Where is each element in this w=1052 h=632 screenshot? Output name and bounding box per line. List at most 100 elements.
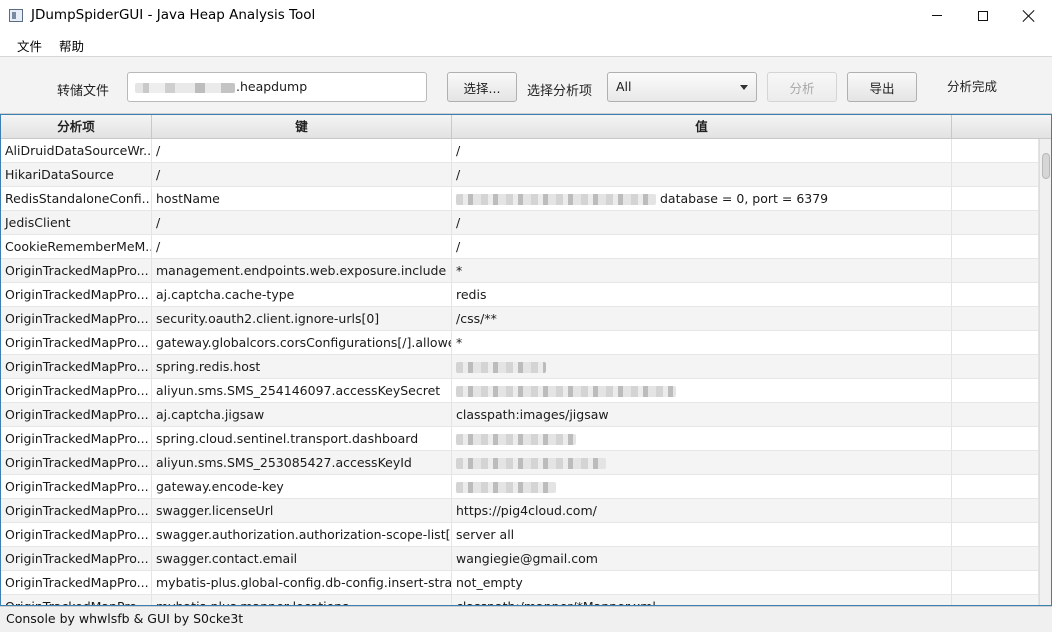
column-header-value[interactable]: 值 [452,115,952,139]
cell-item: OriginTrackedMapPro... [1,547,152,570]
cell-key: / [152,139,452,162]
cell-value [452,427,952,450]
cell-item: OriginTrackedMapPro... [1,475,152,498]
cell-value-text: database = 0, port = 6379 [660,191,829,206]
minimize-icon [932,15,942,16]
cell-key: mybatis-plus.global-config.db-config.ins… [152,571,452,594]
analysis-item-label: 选择分析项 [527,84,593,99]
dump-file-field[interactable]: .heapdump [127,72,427,102]
cell-value: redis [452,283,952,306]
vertical-scrollbar[interactable] [1039,139,1051,605]
cell-item: JedisClient [1,211,152,234]
cell-key: swagger.authorization.authorization-scop… [152,523,452,546]
cell-value: database = 0, port = 6379 [452,187,952,210]
export-button[interactable]: 导出 [847,72,917,102]
cell-value: * [452,331,952,354]
cell-filler [952,307,1039,330]
cell-filler [952,355,1039,378]
cell-value [452,379,952,402]
chevron-down-icon [740,85,748,90]
table-row[interactable]: OriginTrackedMapPro... swagger.licenseUrl… [1,499,1039,523]
table-row[interactable]: CookieRememberMeM... / / [1,235,1039,259]
cell-key: security.oauth2.client.ignore-urls[0] [152,307,452,330]
cell-key: swagger.licenseUrl [152,499,452,522]
cell-item: OriginTrackedMapPro... [1,595,152,605]
cell-value-text: / [456,215,461,230]
close-icon [1023,10,1035,22]
cell-filler [952,379,1039,402]
table-row[interactable]: OriginTrackedMapPro... aliyun.sms.SMS_253… [1,451,1039,475]
table-row[interactable]: OriginTrackedMapPro... security.oauth2.cl… [1,307,1039,331]
cell-value-text: / [456,143,461,158]
cell-filler [952,139,1039,162]
cell-filler [952,475,1039,498]
cell-value-text: server all [456,527,515,542]
table-row[interactable]: OriginTrackedMapPro...mybatis-plus.mappe… [1,595,1039,605]
table-row[interactable]: OriginTrackedMapPro... aj.captcha.cache-t… [1,283,1039,307]
cell-value-text: redis [456,287,487,302]
table-row[interactable]: OriginTrackedMapPro... aliyun.sms.SMS_254… [1,379,1039,403]
cell-filler [952,259,1039,282]
close-button[interactable] [1006,0,1052,31]
column-header-item[interactable]: 分析项 [1,115,152,139]
cell-value: classpath:/mapper/*Mapper.xml [452,595,952,605]
cell-value: /css/** [452,307,952,330]
cell-key: aj.captcha.cache-type [152,283,452,306]
cell-key: mybatis-plus.mapper-locations [152,595,452,605]
dump-file-label: 转储文件 [57,84,110,99]
table-row[interactable]: OriginTrackedMapPro... gateway.encode-key [1,475,1039,499]
cell-value: * [452,259,952,282]
cell-filler [952,595,1039,605]
cell-value-text: /css/** [456,311,497,326]
cell-value: https://pig4cloud.com/ [452,499,952,522]
cell-filler [952,331,1039,354]
table-row[interactable]: OriginTrackedMapPro... swagger.authorizat… [1,523,1039,547]
table-row[interactable]: OriginTrackedMapPro... gateway.globalcors… [1,331,1039,355]
cell-key: spring.cloud.sentinel.transport.dashboar… [152,427,452,450]
cell-item: OriginTrackedMapPro... [1,523,152,546]
menu-file[interactable]: 文件 [17,36,42,55]
table-row[interactable]: AliDruidDataSourceWr... / / [1,139,1039,163]
cell-key: gateway.globalcors.corsConfigurations[/]… [152,331,452,354]
table-row[interactable]: OriginTrackedMapPro... management.endpoin… [1,259,1039,283]
table-row[interactable]: OriginTrackedMapPro... aj.captcha.jigsaw c… [1,403,1039,427]
cell-item: RedisStandaloneConfi... [1,187,152,210]
app-icon [9,9,23,22]
maximize-icon [978,10,988,21]
table-row[interactable]: HikariDataSource / / [1,163,1039,187]
redacted-value [456,434,576,445]
cell-value-text: wangiegie@gmail.com [456,551,598,566]
maximize-button[interactable] [960,0,1006,31]
cell-value: classpath:images/jigsaw [452,403,952,426]
cell-key: management.endpoints.web.exposure.includ… [152,259,452,282]
cell-value-text: classpath:images/jigsaw [456,407,609,422]
cell-key: / [152,235,452,258]
cell-item: OriginTrackedMapPro... [1,331,152,354]
table-row[interactable]: JedisClient / / [1,211,1039,235]
toolbar: 转储文件 .heapdump 选择... 选择分析项 All 分析 导出 分析完… [0,57,1052,114]
cell-filler [952,211,1039,234]
results-table[interactable]: 分析项 键 值 AliDruidDataSourceWr... / / HikariD… [0,114,1052,606]
column-header-key[interactable]: 键 [152,115,452,139]
table-row[interactable]: OriginTrackedMapPro... swagger.contact.em… [1,547,1039,571]
cell-key: hostName [152,187,452,210]
cell-value: / [452,211,952,234]
cell-value-text: classpath:/mapper/*Mapper.xml [456,599,656,605]
cell-value: / [452,235,952,258]
choose-file-button[interactable]: 选择... [447,72,517,102]
table-row[interactable]: OriginTrackedMapPro... mybatis-plus.globa… [1,571,1039,595]
analysis-item-select[interactable]: All [607,72,757,102]
cell-key: / [152,163,452,186]
minimize-button[interactable] [914,0,960,31]
cell-filler [952,403,1039,426]
cell-value: / [452,163,952,186]
cell-value-text: / [456,239,461,254]
analyze-button[interactable]: 分析 [767,72,837,102]
table-row[interactable]: OriginTrackedMapPro... spring.cloud.senti… [1,427,1039,451]
status-bar: Console by whwlsfb & GUI by S0cke3t [0,606,1052,632]
scrollbar-thumb[interactable] [1042,153,1050,179]
menu-help[interactable]: 帮助 [59,36,84,55]
table-row[interactable]: OriginTrackedMapPro... spring.redis.host [1,355,1039,379]
table-row[interactable]: RedisStandaloneConfi... hostName database … [1,187,1039,211]
table-header: 分析项 键 值 [1,115,1051,139]
